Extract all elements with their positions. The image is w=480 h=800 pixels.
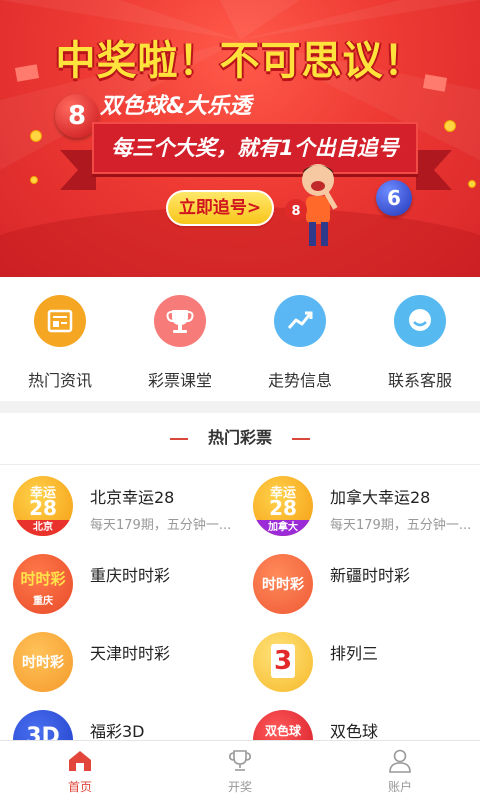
shuangseqiu-icon: 双色球	[253, 710, 313, 740]
tab-lottery-results[interactable]: 开奖	[160, 741, 320, 800]
lottery-name: 重庆时时彩	[90, 566, 171, 585]
quick-item-hot-news[interactable]: 热门资讯	[0, 295, 120, 391]
banner-title: 中奖啦！不可思议！	[55, 38, 425, 84]
lottery-name: 新疆时时彩	[330, 566, 411, 585]
tab-home[interactable]: 首页	[0, 741, 160, 800]
quick-item-label: 联系客服	[387, 371, 452, 390]
lottery-desc: 每天179期，五分钟一...	[330, 518, 472, 533]
lottery-name: 加拿大幸运28	[330, 488, 431, 507]
home-icon	[69, 751, 91, 771]
icon-text: 双色球	[264, 724, 301, 738]
lottery-grid: 幸运 28 北京 北京幸运28 每天179期，五分钟一... 幸运 28 加拿大…	[0, 466, 480, 740]
tianjin-ssc-icon: 时时彩	[13, 632, 73, 692]
fucai3d-icon: 3D	[13, 710, 73, 740]
ribbon-tail-left	[60, 150, 96, 190]
lottery-item-pailie3[interactable]: 3 排列三	[240, 622, 480, 700]
lottery-item-canada28[interactable]: 幸运 28 加拿大 加拿大幸运28 每天179期，五分钟一...	[240, 466, 480, 544]
coin-icon	[30, 130, 42, 142]
quick-item-trend-info[interactable]: 走势信息	[240, 295, 360, 391]
chongqing-ssc-icon: 时时彩 重庆	[13, 554, 73, 614]
lottery-name: 排列三	[330, 644, 379, 663]
banner-subtitle: 双色球&大乐透	[100, 94, 252, 119]
quick-item-lottery-class[interactable]: 彩票课堂	[120, 295, 240, 391]
decor-line	[292, 438, 310, 440]
icon-tag: 加拿大	[253, 520, 313, 536]
promo-banner[interactable]: 中奖啦！不可思议！ 8 双色球&大乐透 每三个大奖，就有1个出自追号 立即追号>…	[0, 0, 480, 277]
quick-item-customer-service[interactable]: 联系客服	[360, 295, 480, 391]
icon-text: 时时彩	[20, 570, 66, 588]
user-icon	[389, 749, 411, 773]
lottery-item-chongqing-ssc[interactable]: 时时彩 重庆 重庆时时彩	[0, 544, 240, 622]
icon-number: 28	[269, 496, 297, 520]
lottery-name: 北京幸运28	[90, 488, 175, 507]
lottery-item-beijing28[interactable]: 幸运 28 北京 北京幸运28 每天179期，五分钟一...	[0, 466, 240, 544]
banner-ribbon: 每三个大奖，就有1个出自追号	[92, 122, 418, 174]
section-divider	[0, 401, 480, 413]
icon-text: 时时彩	[22, 655, 64, 671]
icon-number: 28	[29, 496, 57, 520]
lottery-item-xinjiang-ssc[interactable]: 时时彩 新疆时时彩	[240, 544, 480, 622]
blue-lottery-ball: 6	[376, 180, 412, 216]
canada28-icon: 幸运 28 加拿大	[253, 476, 313, 536]
section-header: 热门彩票	[0, 413, 480, 465]
coin-icon	[30, 176, 38, 184]
tab-label: 开奖	[227, 780, 252, 794]
lottery-item-shuangseqiu[interactable]: 双色球 双色球	[240, 700, 480, 740]
tab-account[interactable]: 账户	[320, 741, 480, 800]
coin-icon	[444, 120, 456, 132]
lottery-name: 双色球	[330, 722, 379, 740]
icon-tag: 重庆	[33, 596, 53, 607]
lottery-name: 福彩3D	[90, 722, 145, 740]
tab-label: 账户	[387, 780, 412, 794]
coin-icon	[468, 180, 476, 188]
lottery-name: 天津时时彩	[90, 644, 171, 663]
banner-ribbon-text: 每三个大奖，就有1个出自追号	[111, 136, 399, 160]
chase-number-button[interactable]: 立即追号>	[166, 190, 274, 226]
mascot-ball-number: 8	[291, 204, 300, 219]
icon-text: 时时彩	[262, 577, 304, 593]
service-icon	[394, 295, 446, 347]
icon-tag: 北京	[13, 520, 73, 536]
bottom-tab-bar: 首页 开奖 账户	[0, 740, 480, 800]
lottery-item-tianjin-ssc[interactable]: 时时彩 天津时时彩	[0, 622, 240, 700]
lottery-desc: 每天179期，五分钟一...	[90, 518, 232, 533]
ribbon-tail-right	[416, 150, 452, 190]
xinjiang-ssc-icon: 时时彩	[253, 554, 313, 614]
icon-text: 3	[271, 644, 295, 678]
trophy-icon	[229, 750, 251, 771]
quick-item-label: 走势信息	[267, 371, 332, 390]
lottery-item-fucai3d[interactable]: 3D 福彩3D	[0, 700, 240, 740]
quick-item-label: 热门资讯	[27, 371, 92, 390]
decor-line	[170, 438, 188, 440]
mascot-illustration: 8	[285, 164, 338, 246]
quick-item-label: 彩票课堂	[147, 371, 212, 390]
trophy-icon	[154, 295, 206, 347]
tab-label: 首页	[67, 780, 92, 794]
beijing28-icon: 幸运 28 北京	[13, 476, 73, 536]
section-title: 热门彩票	[207, 428, 272, 447]
icon-text: 3D	[26, 724, 60, 740]
news-icon	[34, 295, 86, 347]
trend-icon	[274, 295, 326, 347]
quick-menu: 热门资讯 彩票课堂 走势信息 联系客服	[0, 277, 480, 401]
pailie3-icon: 3	[253, 632, 313, 692]
